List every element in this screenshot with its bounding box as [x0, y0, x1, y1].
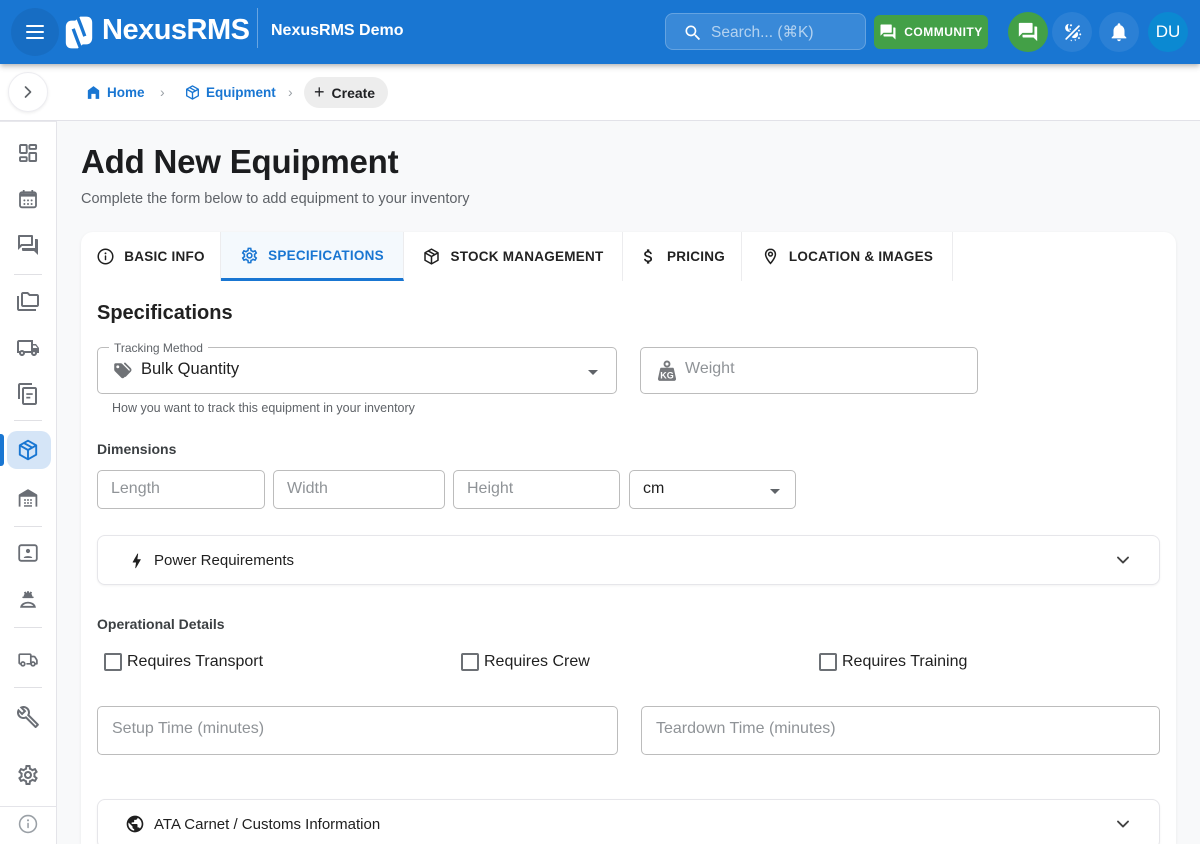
svg-text:KG: KG	[660, 370, 674, 380]
